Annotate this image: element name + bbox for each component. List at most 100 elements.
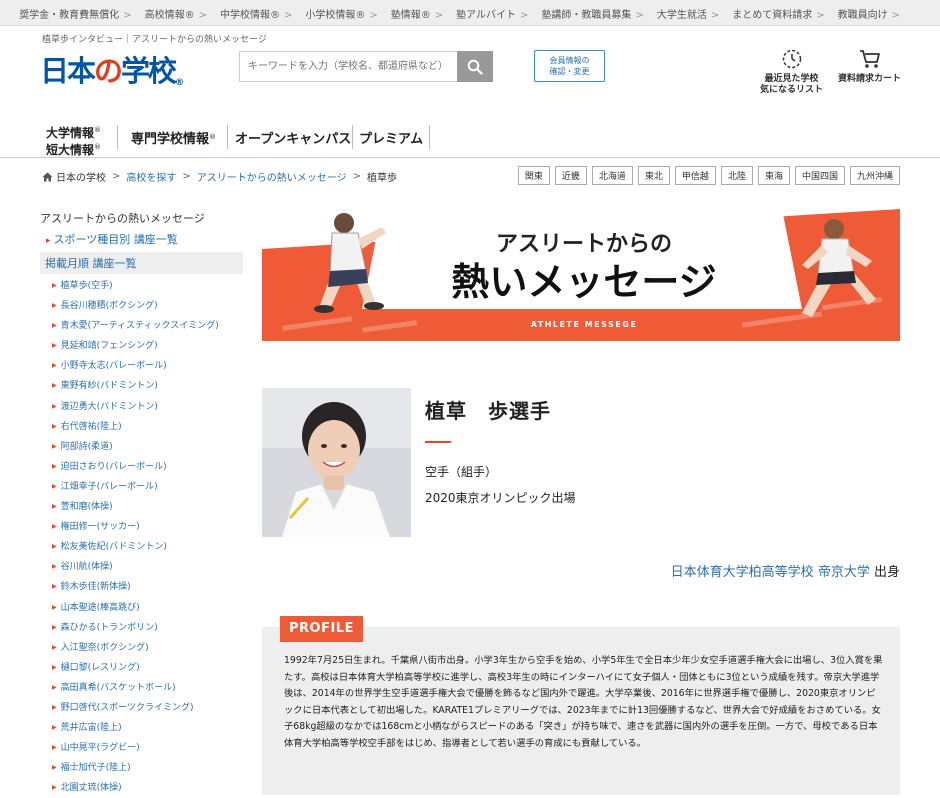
athlete-list-item[interactable]: ▶ 谷川航(体操) (40, 557, 243, 577)
nav-divider (117, 125, 118, 149)
region-button[interactable]: 九州沖縄 (849, 166, 900, 185)
triangle-bullet-icon: ▶ (52, 603, 57, 611)
site-logo[interactable]: 日本の学校® (40, 48, 184, 90)
name-underline (425, 441, 451, 443)
athlete-list-item[interactable]: ▶ 山中晃平(ラグビー) (40, 738, 243, 758)
sidebar-item-by-month[interactable]: 掲載月順 講座一覧 (40, 252, 243, 274)
cart-icon (859, 50, 880, 68)
sidebar-link-by-sport[interactable]: ▸ スポーツ種目別 講座一覧 (40, 229, 243, 249)
athlete-list-item[interactable]: ▶ 見延和靖(フェンシング) (40, 336, 243, 356)
chevron-right-icon: > (434, 9, 444, 21)
athlete-list-item-label: 権田修一(サッカー) (60, 522, 140, 533)
nav-vocational-info[interactable]: 専門学校情報 ® (131, 122, 216, 152)
athlete-list-item[interactable]: ▶ 山本聖途(棒高跳び) (40, 598, 243, 618)
region-button[interactable]: 関東 (517, 166, 550, 185)
athlete-list-item-label: 山中晃平(ラグビー) (60, 743, 140, 754)
breadcrumb-separator: > (112, 171, 121, 182)
site-header: 植草歩インタビュー｜アスリートからの熱いメッセージ 日本の学校® 会員情報の 確… (0, 26, 940, 116)
sidebar-link-by-sport-label: スポーツ種目別 講座一覧 (53, 233, 178, 246)
athlete-list-item[interactable]: ▶ 小野寺太志(バレーボール) (40, 356, 243, 376)
region-button[interactable]: 北海道 (591, 166, 633, 185)
region-button[interactable]: 北陸 (720, 166, 753, 185)
sidebar: アスリートからの熱いメッセージ ▸ スポーツ種目別 講座一覧 掲載月順 講座一覧 … (40, 210, 243, 798)
chevron-right-icon: > (891, 9, 900, 21)
region-button[interactable]: 東海 (757, 166, 790, 185)
athlete-list-item[interactable]: ▶ 江畑幸子(バレーボール) (40, 477, 243, 497)
athlete-list-item-label: 江畑幸子(バレーボール) (60, 481, 158, 492)
athlete-list-item[interactable]: ▶ 高田真希(バスケットボール) (40, 678, 243, 698)
sidebar-heading: アスリートからの熱いメッセージ (40, 212, 205, 225)
athlete-list-item-label: 渡辺勇大(バドミントン) (60, 401, 158, 412)
athlete-list-item[interactable]: ▶ 萱和磨(体操) (40, 497, 243, 517)
athlete-list-item-label: 東野有紗(バドミントン) (60, 381, 158, 392)
athlete-list-item[interactable]: ▶ 野口啓代(スポーツクライミング) (40, 698, 243, 718)
athlete-list-item[interactable]: ▶ 青木愛(アーティスティックスイミング) (40, 316, 243, 336)
logo-registered-mark: ® (175, 78, 185, 88)
top-nav-item[interactable]: 大学生就活 > (657, 6, 719, 21)
triangle-bullet-icon: ▶ (52, 703, 57, 711)
top-nav-item[interactable]: 塾情報® > (391, 6, 443, 21)
nav-university-info[interactable]: 大学情報® 短大情報® (46, 122, 102, 157)
top-nav-item[interactable]: 小学校情報® > (305, 6, 377, 21)
top-nav-item[interactable]: 中学校情報® > (220, 6, 292, 21)
athlete-list-item[interactable]: ▶ 迫田さおり(バレーボール) (40, 457, 243, 477)
category-navigation: 大学情報® 短大情報® 専門学校情報 ® オープンキャンパス プレミアム (0, 116, 940, 158)
breadcrumb-home[interactable]: 日本の学校 (56, 169, 106, 184)
athlete-list-item[interactable]: ▶ 阿部詩(柔道) (40, 437, 243, 457)
athlete-list-item[interactable]: ▶ 東野有紗(バドミントン) (40, 376, 243, 396)
athlete-list-item[interactable]: ▶ 長谷川穂積(ボクシング) (40, 296, 243, 316)
athlete-list-item[interactable]: ▶ 入江聖奈(ボクシング) (40, 638, 243, 658)
athlete-list-item[interactable]: ▶ 右代啓祐(陸上) (40, 417, 243, 437)
top-nav-item-label: 教職員向け (837, 9, 888, 21)
top-nav-item[interactable]: まとめて資料請求 > (732, 6, 824, 21)
profile-tag: PROFILE (280, 616, 363, 642)
member-info-button[interactable]: 会員情報の 確認・変更 (534, 50, 605, 82)
nav-open-campus[interactable]: オープンキャンパス (235, 122, 351, 152)
athlete-list-item[interactable]: ▶ 鈴木歩佳(新体操) (40, 577, 243, 597)
top-nav-item[interactable]: 塾講師・教職員募集 > (541, 6, 643, 21)
top-nav-item[interactable]: 高校情報® > (145, 6, 207, 21)
top-nav-item[interactable]: 奨学金・教育費無償化 > (19, 6, 131, 21)
athlete-list-item-label: 長谷川穂積(ボクシング) (60, 301, 158, 312)
region-button[interactable]: 甲信越 (674, 166, 716, 185)
region-button[interactable]: 中国四国 (794, 166, 845, 185)
triangle-bullet-icon: ▶ (52, 362, 57, 370)
region-button[interactable]: 近畿 (554, 166, 587, 185)
triangle-bullet-icon: ▶ (52, 583, 57, 591)
athlete-list-item[interactable]: ▶ 樋口黎(レスリング) (40, 658, 243, 678)
triangle-bullet-icon: ▶ (52, 422, 57, 430)
athlete-list-item-label: 野口啓代(スポーツクライミング) (60, 702, 194, 713)
athlete-list-item[interactable]: ▶ 福士加代子(陸上) (40, 758, 243, 778)
top-nav-item[interactable]: 塾アルバイト > (456, 6, 528, 21)
origin-suffix: 出身 (873, 565, 900, 580)
top-nav-item-label: 塾講師・教職員募集 (541, 9, 632, 21)
athlete-list-item[interactable]: ▶ 森ひかる(トランポリン) (40, 618, 243, 638)
search-button[interactable] (457, 51, 493, 82)
breadcrumb-athlete-messages[interactable]: アスリートからの熱いメッセージ (197, 169, 347, 184)
chevron-right-icon: > (635, 9, 644, 21)
athlete-list-item[interactable]: ▶ 荒井広宙(陸上) (40, 718, 243, 738)
athlete-list-item[interactable]: ▶ 渡辺勇大(バドミントン) (40, 397, 243, 417)
request-cart-link[interactable]: 資料請求カート (838, 48, 901, 85)
athlete-list-item[interactable]: ▶ 植草歩(空手) (40, 276, 243, 296)
chevron-right-icon: > (369, 9, 378, 21)
school-link-university[interactable]: 帝京大学 (818, 565, 870, 580)
nav-vocational-reg: ® (209, 133, 217, 141)
nav-univ-line2: 短大情報 (46, 143, 95, 157)
athlete-list-item-label: 谷川航(体操) (60, 562, 113, 573)
triangle-bullet-icon: ▶ (52, 563, 57, 571)
athlete-list-item[interactable]: ▶ 北園丈琉(体操) (40, 778, 243, 798)
search-input[interactable] (240, 52, 458, 81)
nav-univ-reg1: ® (94, 126, 102, 134)
athlete-list-item[interactable]: ▶ 権田修一(サッカー) (40, 517, 243, 537)
school-link-high-school[interactable]: 日本体育大学柏高等学校 (671, 565, 814, 580)
athlete-list-item[interactable]: ▶ 松友美佐紀(バドミントン) (40, 537, 243, 557)
nav-premium[interactable]: プレミアム (359, 122, 423, 152)
region-button[interactable]: 東北 (637, 166, 670, 185)
chevron-right-icon: > (283, 9, 293, 21)
breadcrumb-find-high-school[interactable]: 高校を探す (126, 169, 176, 184)
top-nav-item[interactable]: 教職員向け > (838, 6, 900, 21)
athlete-list-item-label: 阿部詩(柔道) (60, 441, 113, 452)
banner-illustration: アスリートからの 熱いメッセージ ATHLETE MESSEGE (262, 209, 900, 341)
recent-schools-link[interactable]: 最近見た学校 気になるリスト (760, 48, 823, 96)
